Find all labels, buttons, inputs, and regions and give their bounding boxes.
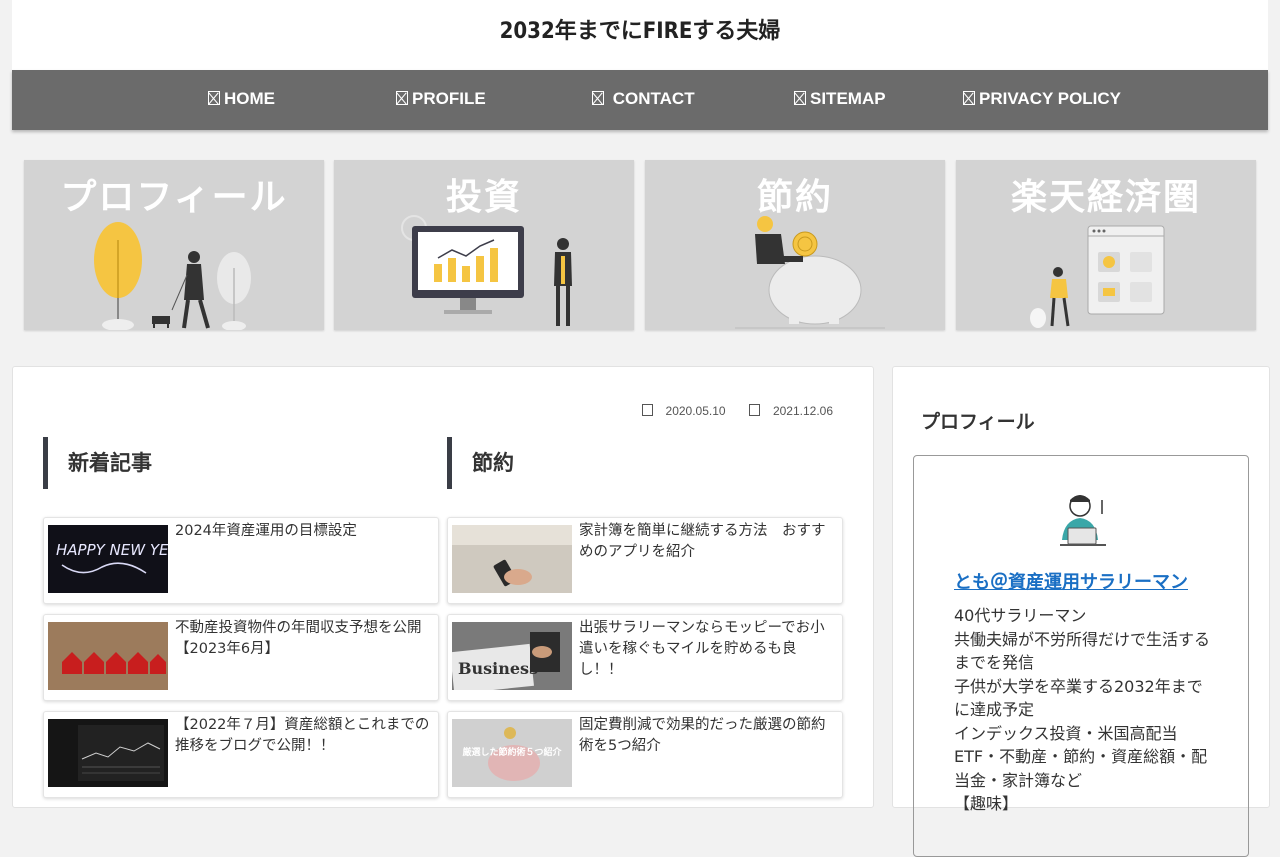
article-card[interactable]: Business 出張サラリーマンならモッピーでお小遣いを稼ぐもマイルを貯めるも… bbox=[447, 614, 843, 701]
category-card-profile[interactable]: プロフィール bbox=[24, 160, 324, 330]
sidebar: プロフィール とも＠資産運用サラリーマン 40代サラリーマン 共働夫婦が不労所得… bbox=[892, 366, 1270, 857]
nav-contact[interactable]: CONTACT bbox=[592, 70, 695, 130]
article-title: 不動産投資物件の年間収支予想を公開【2023年6月】 bbox=[175, 620, 422, 657]
section-heading-new-posts: 新着記事 bbox=[43, 437, 438, 489]
article-title: 固定費削減で効果的だった厳選の節約術を5つ紹介 bbox=[579, 717, 826, 754]
updated-date-text: 2021.12.06 bbox=[772, 404, 833, 418]
site-header: 2032年までにFIREする夫婦 bbox=[12, 0, 1268, 70]
sidebar-title: プロフィール bbox=[921, 411, 1035, 433]
refresh-icon bbox=[748, 404, 760, 416]
nav-profile-label: PROFILE bbox=[412, 89, 486, 108]
published-date: 2020.05.10 bbox=[632, 404, 726, 418]
profile-widget: とも＠資産運用サラリーマン 40代サラリーマン 共働夫婦が不労所得だけで生活する… bbox=[913, 455, 1249, 857]
profile-line: 子供が大学を卒業する2032年までに達成予定 bbox=[954, 676, 1203, 720]
nav-sitemap-label: SITEMAP bbox=[810, 89, 886, 108]
nav-profile[interactable]: PROFILE bbox=[396, 70, 486, 130]
new-posts-list: HAPPY NEW YEAR 2024年資産運用の目標設定 不動産投資物件の年間… bbox=[43, 517, 439, 808]
shield-icon bbox=[963, 91, 975, 105]
mail-icon bbox=[592, 91, 604, 105]
article-title: 家計簿を簡単に継続する方法 おすすめのアプリを紹介 bbox=[579, 523, 826, 560]
category-card-title: 節約 bbox=[756, 177, 833, 218]
user-icon bbox=[396, 91, 408, 105]
article-thumbnail: HAPPY NEW YEAR bbox=[48, 525, 168, 593]
article-thumbnail bbox=[452, 525, 572, 593]
article-card[interactable]: HAPPY NEW YEAR 2024年資産運用の目標設定 bbox=[43, 517, 439, 604]
sitemap-icon bbox=[794, 91, 806, 105]
category-card-investment[interactable]: 投資 bbox=[334, 160, 634, 330]
site-title[interactable]: 2032年までにFIREする夫婦 bbox=[500, 13, 781, 45]
nav-home-label: HOME bbox=[224, 89, 275, 108]
profile-name-link[interactable]: とも＠資産運用サラリーマン bbox=[954, 568, 1188, 594]
profile-line: 40代サラリーマン bbox=[954, 606, 1087, 625]
category-card-title: 投資 bbox=[445, 177, 522, 218]
global-nav: HOME PROFILE CONTACT SITEMAP PRIVACY POL… bbox=[12, 70, 1268, 130]
main-content: 2020.05.10 2021.12.06 新着記事 節約 HAPPY NEW … bbox=[12, 366, 874, 808]
post-dates: 2020.05.10 2021.12.06 bbox=[622, 404, 833, 418]
avatar bbox=[1060, 495, 1106, 546]
article-thumbnail bbox=[48, 719, 168, 787]
profile-description: 40代サラリーマン 共働夫婦が不労所得だけで生活するまでを発信 子供が大学を卒業… bbox=[954, 604, 1218, 816]
nav-contact-label: CONTACT bbox=[612, 89, 695, 108]
home-icon bbox=[208, 91, 220, 105]
profile-line: 共働夫婦が不労所得だけで生活するまでを発信 bbox=[954, 629, 1211, 673]
thumb-text-happy: HAPPY NEW YEAR bbox=[56, 541, 168, 559]
nav-sitemap[interactable]: SITEMAP bbox=[794, 70, 886, 130]
section-heading-savings: 節約 bbox=[447, 437, 842, 489]
thumb-text-savings: 厳選した節約術５つ紹介 bbox=[462, 746, 562, 758]
article-title: 【2022年７月】資産総額とこれまでの推移をブログで公開！！ bbox=[175, 717, 430, 754]
article-thumbnail: 厳選した節約術５つ紹介 bbox=[452, 719, 572, 787]
savings-posts-list: 家計簿を簡単に継続する方法 おすすめのアプリを紹介 Business 出張サラリ… bbox=[447, 517, 843, 808]
published-date-text: 2020.05.10 bbox=[665, 404, 726, 418]
article-card[interactable]: 厳選した節約術５つ紹介 固定費削減で効果的だった厳選の節約術を5つ紹介 bbox=[447, 711, 843, 798]
thumb-text-business: Business bbox=[458, 659, 538, 678]
nav-home[interactable]: HOME bbox=[208, 70, 275, 130]
profile-line: 【趣味】 bbox=[954, 794, 1019, 813]
article-title: 出張サラリーマンならモッピーでお小遣いを稼ぐもマイルを貯めるも良し！！ bbox=[579, 620, 825, 678]
article-thumbnail bbox=[48, 622, 168, 690]
profile-line: インデックス投資・米国高配当ETF・不動産・節約・資産総額・配当金・家計簿など bbox=[954, 723, 1208, 790]
updated-date: 2021.12.06 bbox=[739, 404, 833, 418]
article-card[interactable]: 【2022年７月】資産総額とこれまでの推移をブログで公開！！ bbox=[43, 711, 439, 798]
category-card-savings[interactable]: 節約 bbox=[645, 160, 945, 330]
category-card-title: 楽天経済圏 bbox=[1010, 177, 1201, 218]
nav-privacy-label: PRIVACY POLICY bbox=[979, 89, 1122, 108]
nav-privacy-policy[interactable]: PRIVACY POLICY bbox=[963, 70, 1121, 130]
article-card[interactable]: 不動産投資物件の年間収支予想を公開【2023年6月】 bbox=[43, 614, 439, 701]
clock-icon bbox=[641, 404, 653, 416]
article-card[interactable]: 家計簿を簡単に継続する方法 おすすめのアプリを紹介 bbox=[447, 517, 843, 604]
category-card-rakuten[interactable]: 楽天経済圏 bbox=[956, 160, 1256, 330]
article-title: 2024年資産運用の目標設定 bbox=[175, 523, 357, 539]
article-thumbnail: Business bbox=[452, 622, 572, 690]
category-card-title: プロフィール bbox=[60, 177, 288, 218]
